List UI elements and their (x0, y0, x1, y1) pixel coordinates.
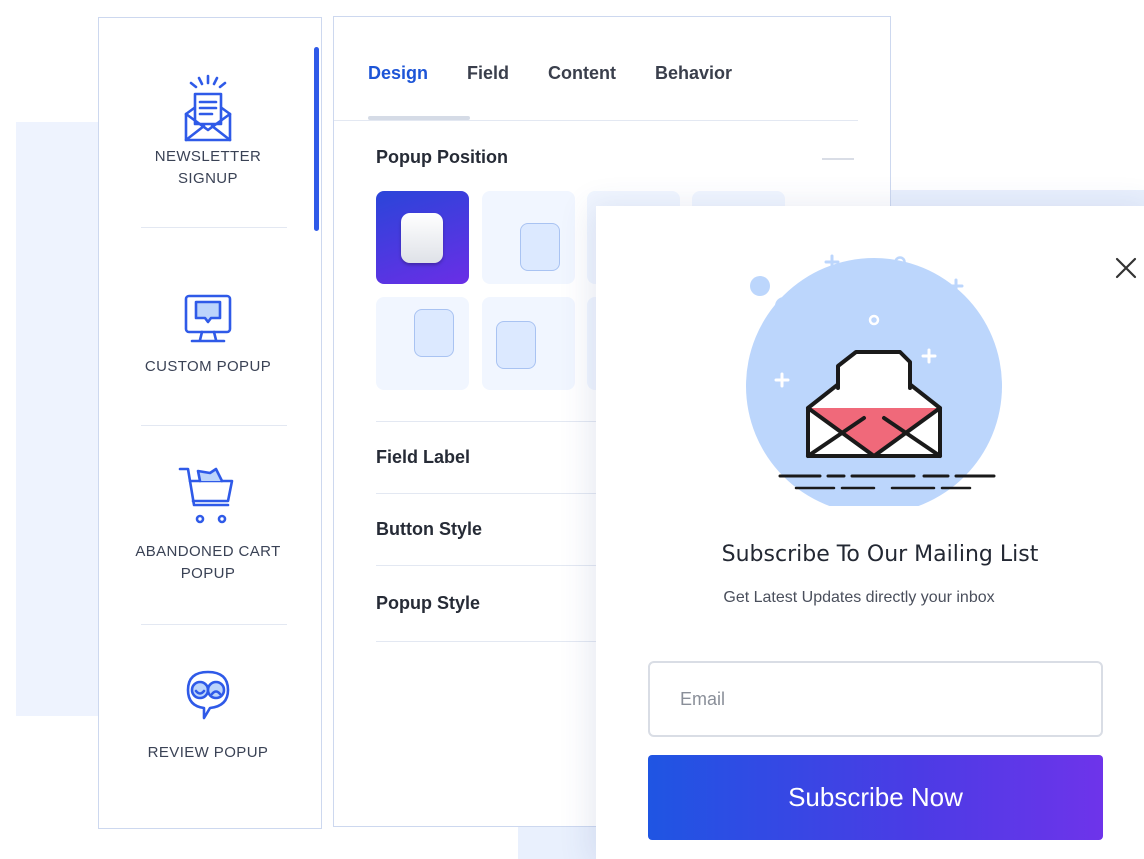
position-option-top-center[interactable] (482, 191, 575, 284)
button-style-section[interactable]: Button Style (376, 519, 482, 540)
settings-tabs: Design Field Content Behavior (368, 63, 771, 84)
collapse-icon[interactable] (822, 158, 854, 160)
background-accent-left (16, 122, 106, 716)
active-tab-indicator (368, 116, 470, 120)
field-label-section[interactable]: Field Label (376, 447, 470, 468)
cart-icon (178, 467, 234, 524)
sidebar-item-newsletter-signup[interactable]: NEWSLETTER SIGNUP (99, 74, 317, 190)
subscribe-button[interactable]: Subscribe Now (648, 755, 1103, 840)
sidebar-divider (141, 425, 287, 426)
monitor-icon (184, 294, 232, 343)
position-option-center[interactable] (376, 191, 469, 284)
popup-title: Subscribe To Our Mailing List (721, 542, 1039, 567)
tab-field[interactable]: Field (467, 63, 509, 84)
sidebar-item-custom-popup[interactable]: CUSTOM POPUP (99, 284, 317, 378)
popup-position-title: Popup Position (376, 147, 508, 167)
sidebar-item-label-line-2: POPUP (180, 565, 236, 582)
popup-preview: Subscribe To Our Mailing List Get Latest… (596, 206, 1144, 859)
sidebar-item-label: NEWSLETTER (154, 148, 262, 165)
position-option-bottom-left[interactable] (376, 297, 469, 390)
mailing-list-illustration (746, 254, 1002, 506)
close-icon[interactable] (1114, 256, 1138, 280)
sidebar-item-label: REVIEW POPUP (147, 744, 269, 761)
tab-content[interactable]: Content (548, 63, 616, 84)
sidebar-item-label: ABANDONED CART (135, 543, 281, 560)
sidebar-divider (141, 624, 287, 625)
sidebar-divider (141, 227, 287, 228)
position-option-bottom-center[interactable] (482, 297, 575, 390)
sidebar-item-label-line-2: SIGNUP (178, 170, 238, 187)
review-icon (186, 670, 230, 720)
popup-type-sidebar: NEWSLETTER SIGNUP CUSTOM POPUP ABANDONED… (98, 17, 322, 829)
tab-design[interactable]: Design (368, 63, 428, 84)
popup-style-section[interactable]: Popup Style (376, 593, 480, 614)
sidebar-item-review-popup[interactable]: REVIEW POPUP (99, 666, 317, 764)
popup-subtitle: Get Latest Updates directly your inbox (723, 589, 995, 606)
tab-behavior[interactable]: Behavior (655, 63, 732, 84)
newsletter-icon (184, 74, 232, 142)
email-field[interactable] (648, 661, 1103, 737)
tabs-divider (334, 120, 858, 121)
sidebar-item-label: CUSTOM POPUP (144, 358, 272, 375)
sidebar-item-abandoned-cart[interactable]: ABANDONED CART POPUP (99, 461, 317, 585)
